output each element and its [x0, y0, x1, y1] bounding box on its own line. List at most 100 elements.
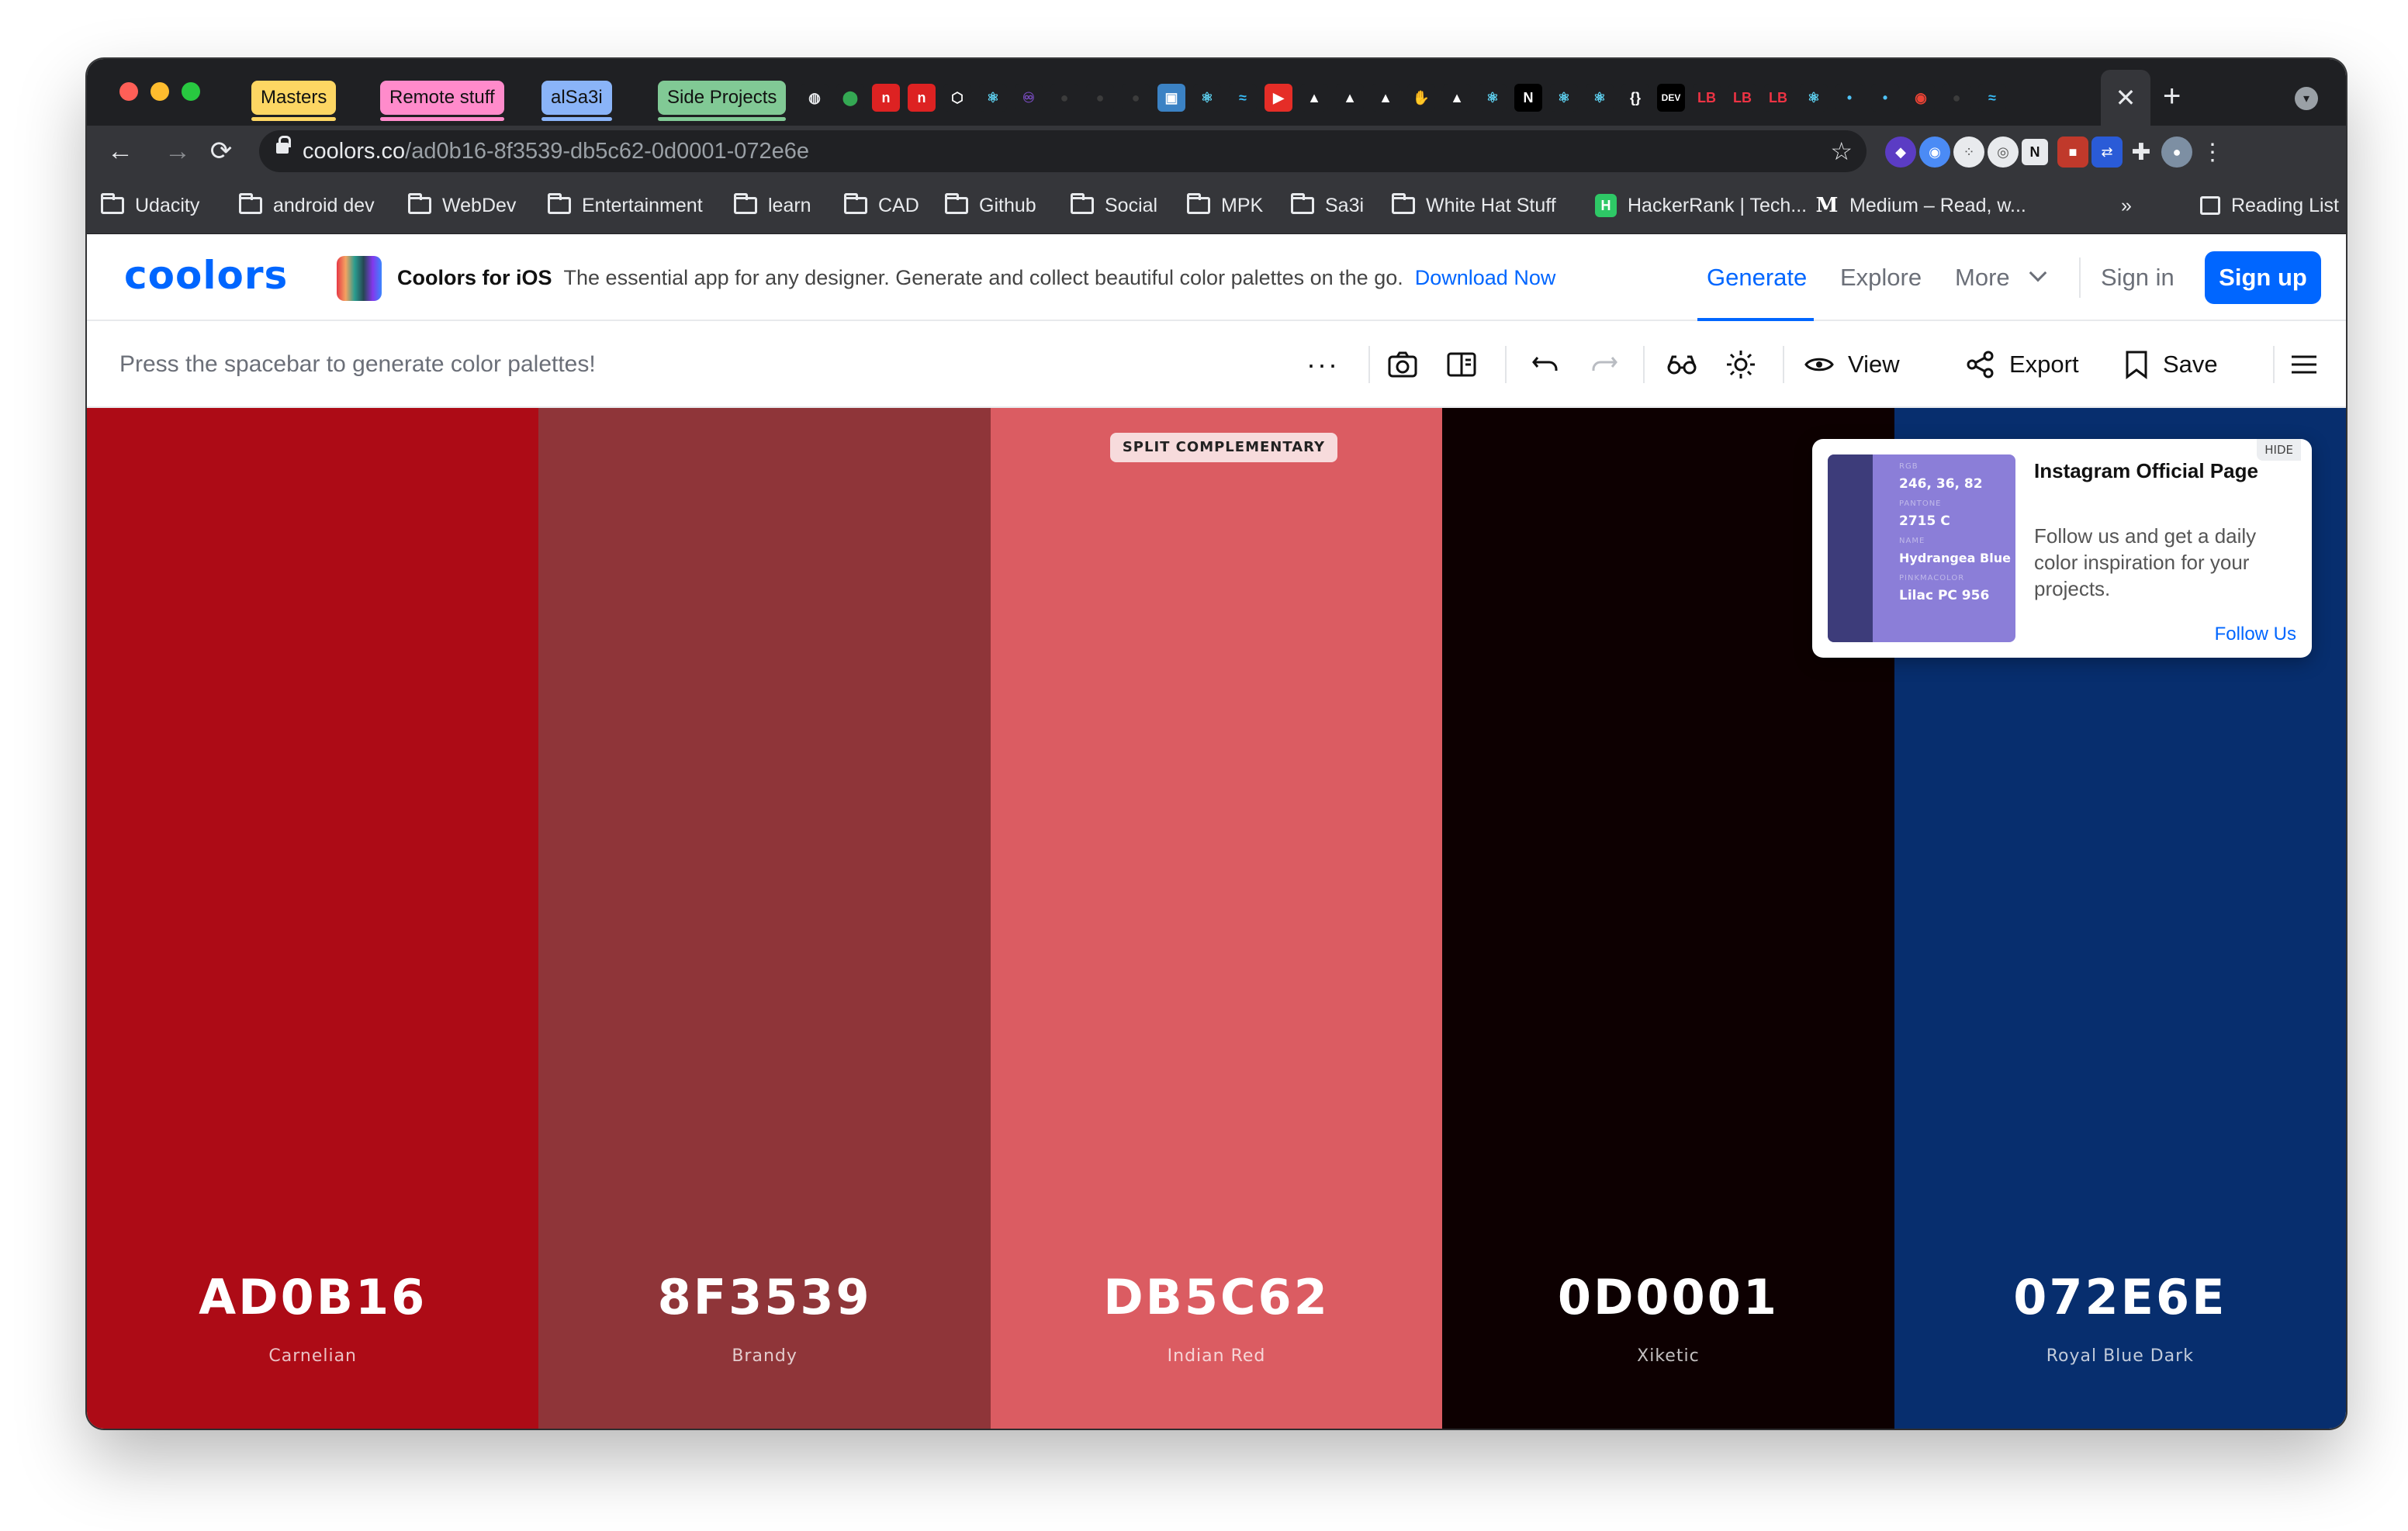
vercel-icon[interactable]: ▲: [1336, 84, 1364, 112]
follow-us-link[interactable]: Follow Us: [2215, 624, 2296, 645]
redo-icon[interactable]: [1590, 344, 1618, 385]
save-button[interactable]: Save: [2124, 344, 2218, 385]
url-text[interactable]: coolors.co/ad0b16-8f3539-db5c62-0d0001-0…: [303, 130, 809, 172]
color-hex-code[interactable]: 8F3539: [538, 1269, 990, 1325]
bookmark-item[interactable]: White Hat Stuff: [1392, 177, 1556, 234]
maps-icon[interactable]: ⬤: [836, 84, 864, 112]
redux-icon[interactable]: ♾: [1015, 84, 1043, 112]
bookmark-item[interactable]: learn: [734, 177, 811, 234]
bookmark-item[interactable]: WebDev: [408, 177, 516, 234]
maximize-window-button[interactable]: [182, 82, 200, 101]
notion-icon[interactable]: N: [2022, 139, 2048, 165]
react-icon[interactable]: ⚛: [1586, 84, 1614, 112]
bookmark-item[interactable]: Social: [1071, 177, 1157, 234]
github-icon[interactable]: ●: [1122, 84, 1150, 112]
hamburger-menu-icon[interactable]: [2290, 344, 2318, 385]
bookmark-item[interactable]: H HackerRank | Tech...: [1595, 177, 1807, 234]
bookmarks-overflow[interactable]: »: [2121, 177, 2132, 234]
n-icon[interactable]: n: [908, 84, 936, 112]
close-tab-icon[interactable]: ✕: [2116, 83, 2136, 112]
tab-group-2[interactable]: alSa3i: [541, 81, 612, 121]
extension-icon[interactable]: ◆: [1885, 137, 1916, 168]
extension-icon[interactable]: ■: [2057, 137, 2088, 168]
next-icon[interactable]: N: [1514, 84, 1542, 112]
bookmark-item[interactable]: Sa3i: [1291, 177, 1364, 234]
dot-icon[interactable]: •: [1871, 84, 1899, 112]
react-icon[interactable]: ⚛: [1193, 84, 1221, 112]
record-icon[interactable]: ◉: [1907, 84, 1935, 112]
react-icon[interactable]: ⚛: [1479, 84, 1507, 112]
braces-icon[interactable]: {}: [1621, 84, 1649, 112]
site-icon[interactable]: ▣: [1157, 84, 1185, 112]
glasses-icon[interactable]: [1666, 344, 1697, 385]
download-now-link[interactable]: Download Now: [1415, 266, 1556, 289]
color-hex-code[interactable]: AD0B16: [87, 1269, 538, 1325]
new-tab-button[interactable]: +: [2163, 79, 2181, 113]
nav-more[interactable]: More: [1955, 234, 2047, 321]
color-swatch[interactable]: SPLIT COMPLEMENTARY DB5C62 Indian Red: [990, 408, 1443, 1429]
profile-avatar[interactable]: ●: [2161, 137, 2192, 168]
color-hex-code[interactable]: DB5C62: [991, 1269, 1442, 1325]
undo-icon[interactable]: [1531, 344, 1559, 385]
vercel-icon[interactable]: ▲: [1300, 84, 1328, 112]
bookmark-item[interactable]: Udacity: [101, 177, 199, 234]
reload-icon[interactable]: ⟳: [203, 133, 239, 169]
github-icon[interactable]: ●: [1086, 84, 1114, 112]
wave-icon[interactable]: ✋: [1407, 84, 1435, 112]
browser-menu-icon[interactable]: ⋮: [2197, 137, 2228, 168]
bookmark-item[interactable]: Entertainment: [548, 177, 703, 234]
active-tab[interactable]: ✕: [2101, 70, 2150, 126]
youtube-icon[interactable]: ▶: [1265, 84, 1292, 112]
nav-generate[interactable]: Generate: [1707, 234, 1807, 321]
tab-group-0[interactable]: Masters: [251, 81, 337, 121]
extension-icon[interactable]: ⇄: [2091, 137, 2123, 168]
dot-icon[interactable]: •: [1835, 84, 1863, 112]
vercel-icon[interactable]: ▲: [1372, 84, 1399, 112]
globe-icon[interactable]: ◍: [801, 84, 829, 112]
extensions-puzzle-icon[interactable]: ✚: [2126, 137, 2157, 168]
tailwind-icon[interactable]: ≈: [1978, 84, 2006, 112]
dev-icon[interactable]: DEV: [1657, 84, 1685, 112]
color-hex-code[interactable]: 0D0001: [1442, 1269, 1894, 1325]
bookmark-star-icon[interactable]: ☆: [1830, 130, 1853, 172]
color-swatch[interactable]: 8F3539 Brandy: [538, 408, 991, 1429]
react-icon[interactable]: ⚛: [979, 84, 1007, 112]
react-icon[interactable]: ⚛: [1550, 84, 1578, 112]
github-icon[interactable]: ●: [1050, 84, 1078, 112]
reading-list[interactable]: Reading List: [2200, 177, 2339, 234]
tab-group-3[interactable]: Side Projects: [658, 81, 787, 121]
forward-icon[interactable]: →: [160, 133, 195, 169]
minimize-window-button[interactable]: [150, 82, 169, 101]
n-icon[interactable]: n: [872, 84, 900, 112]
lb-icon[interactable]: LB: [1728, 84, 1756, 112]
bookmark-item[interactable]: M Medium – Read, w...: [1815, 177, 2026, 234]
coolors-logo[interactable]: coolors: [124, 253, 288, 298]
tab-group-1[interactable]: Remote stuff: [380, 81, 504, 121]
export-button[interactable]: Export: [1966, 344, 2079, 385]
extension-icon[interactable]: ◉: [1919, 137, 1950, 168]
sign-up-button[interactable]: Sign up: [2205, 251, 2321, 304]
extension-icon[interactable]: ◎: [1988, 137, 2019, 168]
extension-icon[interactable]: ⁘: [1953, 137, 1984, 168]
cube-icon[interactable]: ⬡: [943, 84, 971, 112]
tailwind-icon[interactable]: ≈: [1229, 84, 1257, 112]
view-button[interactable]: View: [1804, 344, 1900, 385]
camera-icon[interactable]: [1387, 344, 1418, 385]
bookmark-item[interactable]: MPK: [1187, 177, 1263, 234]
address-bar[interactable]: coolors.co/ad0b16-8f3539-db5c62-0d0001-0…: [259, 130, 1867, 172]
tab-search-icon[interactable]: ▾: [2295, 87, 2318, 110]
vercel-icon[interactable]: ▲: [1443, 84, 1471, 112]
bookmark-item[interactable]: CAD: [844, 177, 919, 234]
back-icon[interactable]: ←: [102, 133, 138, 169]
nav-explore[interactable]: Explore: [1840, 234, 1922, 321]
react-icon[interactable]: ⚛: [1800, 84, 1828, 112]
bookmark-item[interactable]: Github: [945, 177, 1036, 234]
more-options-icon[interactable]: ···: [1306, 344, 1339, 385]
split-view-icon[interactable]: [1446, 344, 1477, 385]
color-hex-code[interactable]: 072E6E: [1894, 1269, 2346, 1325]
close-window-button[interactable]: [119, 82, 138, 101]
lb-icon[interactable]: LB: [1693, 84, 1721, 112]
lb-icon[interactable]: LB: [1764, 84, 1792, 112]
brightness-icon[interactable]: [1725, 344, 1756, 385]
color-swatch[interactable]: AD0B16 Carnelian: [87, 408, 539, 1429]
